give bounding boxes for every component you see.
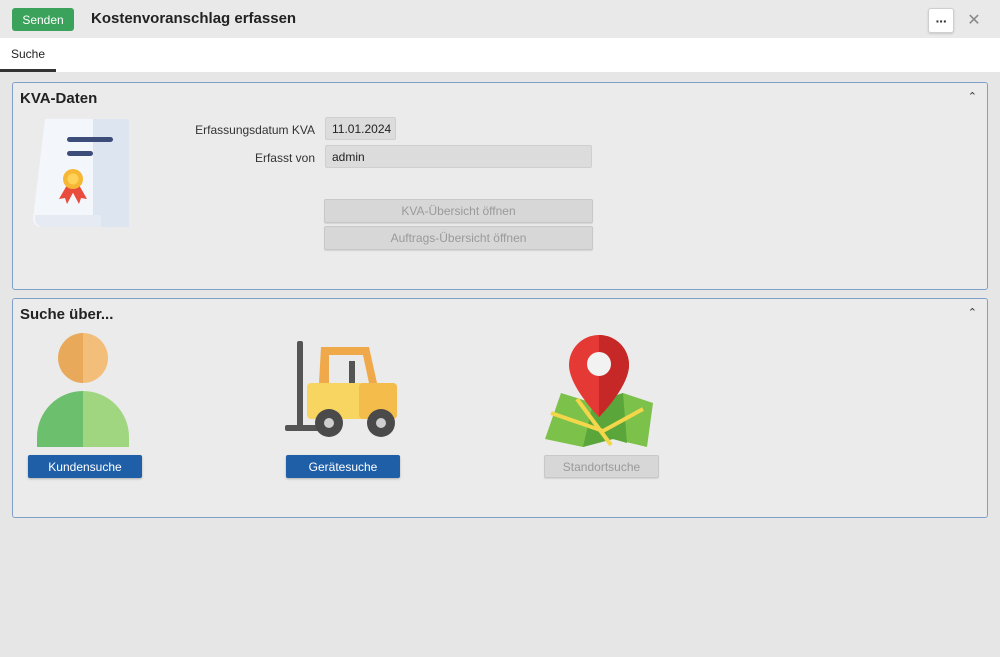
search-panel-title: Suche über...	[20, 306, 114, 323]
user-label: Erfasst von	[254, 151, 315, 165]
collapse-kva-icon[interactable]: ⌃	[968, 90, 977, 103]
customer-search-button[interactable]: Kundensuche	[28, 455, 142, 478]
kva-data-panel: KVA-Daten ⌃ Erfassungsdatum KVA 11.01.20…	[12, 82, 988, 290]
forklift-icon	[285, 341, 397, 437]
user-field[interactable]: admin	[325, 145, 592, 168]
send-button[interactable]: Senden	[12, 8, 74, 31]
close-button[interactable]: ✕	[964, 8, 984, 31]
tab-bar: Suche	[0, 38, 1000, 72]
order-overview-button[interactable]: Auftrags-Übersicht öffnen	[324, 226, 593, 250]
title-bar: Senden Kostenvoranschlag erfassen ··· ✕	[0, 0, 1000, 39]
device-search-button[interactable]: Gerätesuche	[286, 455, 400, 478]
collapse-search-icon[interactable]: ⌃	[968, 306, 977, 319]
date-label: Erfassungsdatum KVA	[195, 123, 315, 137]
location-search-button[interactable]: Standortsuche	[544, 455, 659, 478]
person-icon	[37, 333, 129, 447]
document-certificate-icon	[33, 119, 129, 227]
date-field[interactable]: 11.01.2024	[325, 117, 396, 140]
search-panel: Suche über... ⌃ Kundensuche Gerätesuche …	[12, 298, 988, 518]
kva-overview-button[interactable]: KVA-Übersicht öffnen	[324, 199, 593, 223]
map-pin-icon	[545, 335, 653, 447]
kva-panel-title: KVA-Daten	[20, 90, 98, 107]
tab-suche[interactable]: Suche	[0, 38, 56, 72]
more-options-button[interactable]: ···	[928, 8, 954, 33]
page-title: Kostenvoranschlag erfassen	[91, 10, 297, 27]
